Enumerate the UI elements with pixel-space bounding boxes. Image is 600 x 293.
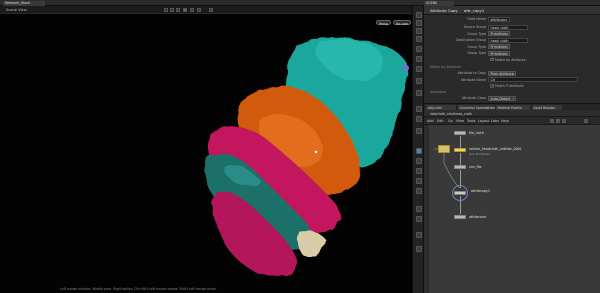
- ghost-tool-icon[interactable]: [416, 178, 422, 184]
- node-label: sim_file: [469, 165, 482, 169]
- window-tab[interactable]: Network_Stack: [3, 0, 45, 6]
- node-attribcolor[interactable]: [454, 215, 466, 219]
- node-label: vellum_headcloth_collider_0001: [469, 147, 522, 151]
- lighting-tool-icon[interactable]: [416, 168, 422, 174]
- node-type-label: Attribute Copy: [430, 8, 458, 13]
- checkbox-label: Match P Attribute: [495, 84, 524, 88]
- normals-tool-icon[interactable]: [416, 206, 422, 212]
- match-checkbox[interactable]: [490, 57, 494, 61]
- param-row: Match by Attribute: [424, 57, 600, 64]
- layout-icon[interactable]: [556, 118, 560, 123]
- tool-shelf: [412, 6, 424, 293]
- scene-tab[interactable]: SCENE: [424, 0, 454, 6]
- menu-labs[interactable]: Labs: [491, 119, 499, 123]
- network-editor[interactable]: file_cloth vellum_headcloth_collider_000…: [424, 125, 600, 293]
- display-options-icon[interactable]: [562, 118, 566, 123]
- group-tool-icon[interactable]: [416, 106, 422, 112]
- section-label: Match by Attribute: [430, 64, 461, 69]
- scale-tool-icon[interactable]: [416, 36, 422, 42]
- node-label: attribcolor: [469, 215, 487, 219]
- param-dropdown[interactable]: Primitives: [488, 50, 510, 56]
- param-input[interactable]: Cd: [488, 77, 578, 82]
- node-name-label[interactable]: attr_copy1: [464, 8, 484, 13]
- param-input[interactable]: head_cloth: [488, 24, 528, 30]
- uv-tool-icon[interactable]: [416, 216, 422, 222]
- section-label: Allocation: [430, 90, 447, 94]
- param-label: Attribute to Copy: [457, 71, 486, 75]
- param-label: Attribute Name: [460, 77, 486, 82]
- node-sub-label: Geo Primitives: [469, 151, 490, 156]
- camera-tool-icon[interactable]: [416, 232, 422, 238]
- wireframe-tool-icon[interactable]: [416, 148, 422, 154]
- match-p-checkbox[interactable]: [490, 84, 494, 88]
- scene-viewport[interactable]: Scene View Persp No cam Left mouse tumbl…: [0, 6, 412, 293]
- network-menu: Add Edit Go View Tools Layout Labs Help: [424, 117, 600, 125]
- param-input[interactable]: attribcopy: [488, 16, 510, 22]
- measure-tool-icon[interactable]: [416, 128, 422, 134]
- node-label: file_cloth: [469, 131, 484, 135]
- view-tool-icon[interactable]: [416, 66, 422, 72]
- param-label: Feed Name: [467, 17, 486, 21]
- menu-go[interactable]: Go: [448, 119, 453, 123]
- menu-edit[interactable]: Edit: [437, 119, 444, 123]
- network-path[interactable]: /obj/cloth_sim/head_cloth: [430, 112, 472, 116]
- param-row: Attribute Class Auto-Detect: [424, 95, 600, 102]
- param-label: Group Type: [467, 44, 486, 49]
- paint-tool-icon[interactable]: [416, 116, 422, 122]
- shaded-tool-icon[interactable]: [416, 158, 422, 164]
- network-settings-icon[interactable]: [584, 118, 588, 123]
- node-thumbnail-icon[interactable]: [438, 145, 450, 153]
- node-sim-file[interactable]: [454, 165, 466, 169]
- menu-view[interactable]: View: [456, 119, 464, 123]
- param-dropdown[interactable]: Pixel Attribute: [488, 70, 516, 76]
- param-input[interactable]: head_cloth: [488, 37, 528, 43]
- network-path-bar: /obj/cloth_sim/head_cloth: [424, 110, 600, 117]
- checkbox-label: Match by Attribute: [495, 57, 526, 62]
- viewport-status: Left mouse tumbles. Middle pans. Right d…: [60, 287, 217, 291]
- snap-grid-icon[interactable]: [550, 118, 554, 123]
- select-tool-icon[interactable]: [416, 12, 422, 18]
- network-tabs: /obj/cloth Geometry Spreadsheet Material…: [424, 103, 600, 110]
- snap-tool-icon[interactable]: [416, 90, 422, 96]
- parameter-pane: Attribute Copy attr_copy1 Feed Name attr…: [424, 6, 600, 103]
- param-dropdown[interactable]: Primitives: [488, 31, 510, 36]
- handle-tool-icon[interactable]: [416, 46, 422, 52]
- menu-add[interactable]: Add: [427, 119, 434, 123]
- node-label: attribcopy1: [471, 189, 490, 193]
- param-dropdown[interactable]: Auto-Detect: [488, 95, 516, 101]
- menu-help[interactable]: Help: [501, 119, 509, 123]
- render-tool-icon[interactable]: [416, 246, 422, 252]
- param-label: Destination Group: [455, 38, 486, 42]
- cloth-mesh-render: [204, 37, 409, 278]
- param-label: Group Type: [467, 31, 486, 36]
- move-tool-icon[interactable]: [416, 20, 422, 26]
- points-tool-icon[interactable]: [416, 188, 422, 194]
- pose-tool-icon[interactable]: [416, 56, 422, 62]
- node-file[interactable]: [454, 131, 466, 135]
- param-dropdown[interactable]: Primitives: [488, 44, 510, 49]
- node-vellum[interactable]: [454, 148, 466, 152]
- parameter-header: Attribute Copy attr_copy1: [424, 6, 600, 15]
- node-attribcopy[interactable]: [454, 191, 466, 195]
- menu-layout[interactable]: Layout: [478, 119, 490, 123]
- handle-icon: [403, 65, 409, 71]
- param-row: Feed Name attribcopy: [424, 16, 600, 23]
- rotate-tool-icon[interactable]: [416, 28, 422, 34]
- param-row: Match P Attribute: [424, 83, 600, 90]
- param-label: Source Group: [463, 25, 486, 29]
- brush-tool-icon[interactable]: [416, 78, 422, 84]
- param-label: Attribute Class: [461, 96, 486, 100]
- menu-tools[interactable]: Tools: [467, 119, 475, 123]
- param-label: Group Type: [467, 51, 486, 55]
